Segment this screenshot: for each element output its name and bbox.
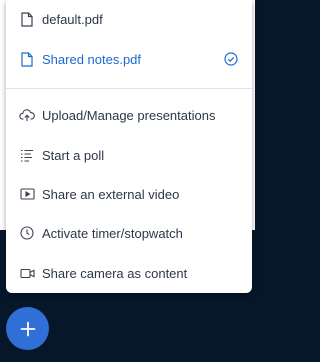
menu-item-label: Shared notes.pdf (42, 51, 142, 67)
menu-item-label: Share camera as content (42, 265, 188, 281)
document-icon (19, 51, 35, 67)
menu-item-label: default.pdf (42, 11, 103, 27)
actions-fab-button[interactable] (6, 307, 49, 350)
document-icon (19, 11, 35, 27)
actions-menu: default.pdf Shared notes.pdf Upload/Mana… (6, 0, 252, 293)
menu-item-start-poll[interactable]: Start a poll (6, 137, 252, 173)
menu-item-label: Activate timer/stopwatch (42, 225, 183, 241)
menu-item-label: Share an external video (42, 186, 180, 202)
menu-item-label: Upload/Manage presentations (42, 107, 216, 123)
menu-divider (6, 88, 252, 89)
menu-item-share-camera-as-content[interactable]: Share camera as content (6, 255, 252, 291)
menu-item-label: Start a poll (42, 147, 105, 163)
menu-item-default-pdf[interactable]: default.pdf (6, 1, 252, 37)
menu-item-shared-notes-pdf[interactable]: Shared notes.pdf (6, 41, 252, 77)
poll-list-icon (19, 147, 35, 163)
plus-icon (20, 321, 36, 337)
check-circle-icon (224, 52, 238, 66)
menu-item-upload-manage-presentations[interactable]: Upload/Manage presentations (6, 97, 252, 133)
clock-icon (19, 225, 35, 241)
menu-item-share-external-video[interactable]: Share an external video (6, 176, 252, 212)
video-screen-icon (19, 186, 35, 202)
camera-icon (19, 265, 35, 281)
cloud-upload-icon (19, 107, 35, 123)
menu-item-activate-timer-stopwatch[interactable]: Activate timer/stopwatch (6, 215, 252, 251)
